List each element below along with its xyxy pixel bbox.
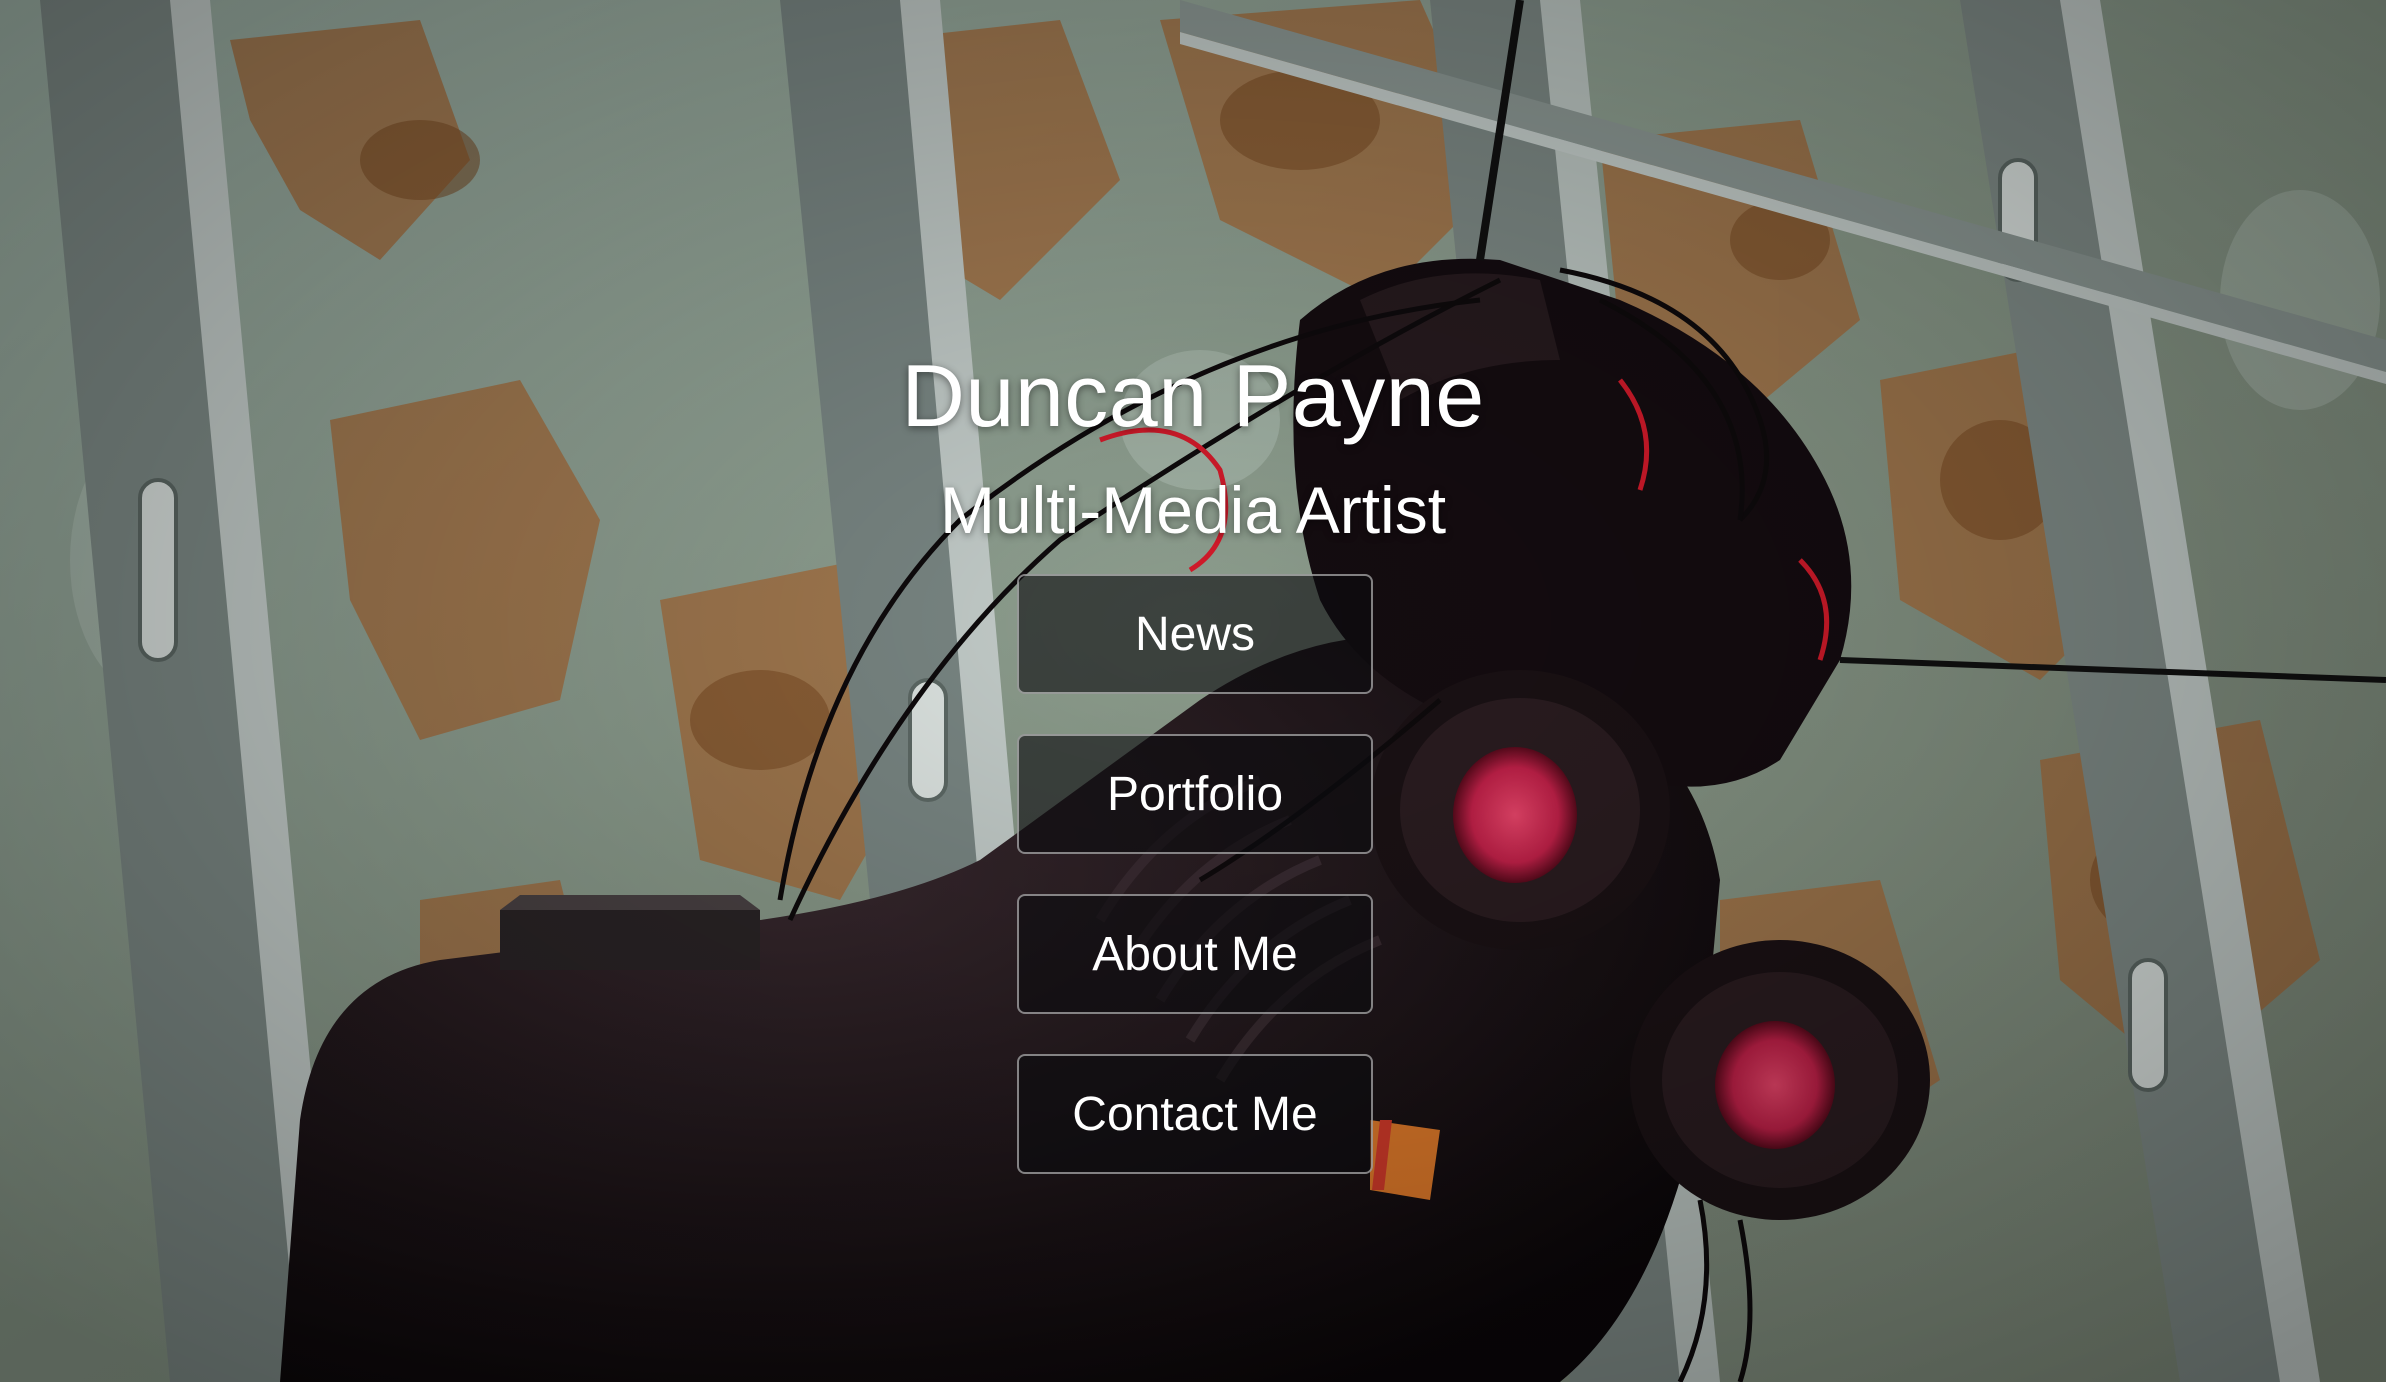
site-title: Duncan Payne bbox=[901, 346, 1485, 445]
nav-button-contact-me[interactable]: Contact Me bbox=[1017, 1054, 1373, 1174]
main-nav: News Portfolio About Me Contact Me bbox=[1017, 574, 1373, 1214]
hero-page: Duncan Payne Multi-Media Artist News Por… bbox=[0, 0, 2386, 1382]
site-subtitle: Multi-Media Artist bbox=[939, 473, 1447, 547]
nav-button-about-me[interactable]: About Me bbox=[1017, 894, 1373, 1014]
nav-button-news[interactable]: News bbox=[1017, 574, 1373, 694]
nav-button-portfolio[interactable]: Portfolio bbox=[1017, 734, 1373, 854]
